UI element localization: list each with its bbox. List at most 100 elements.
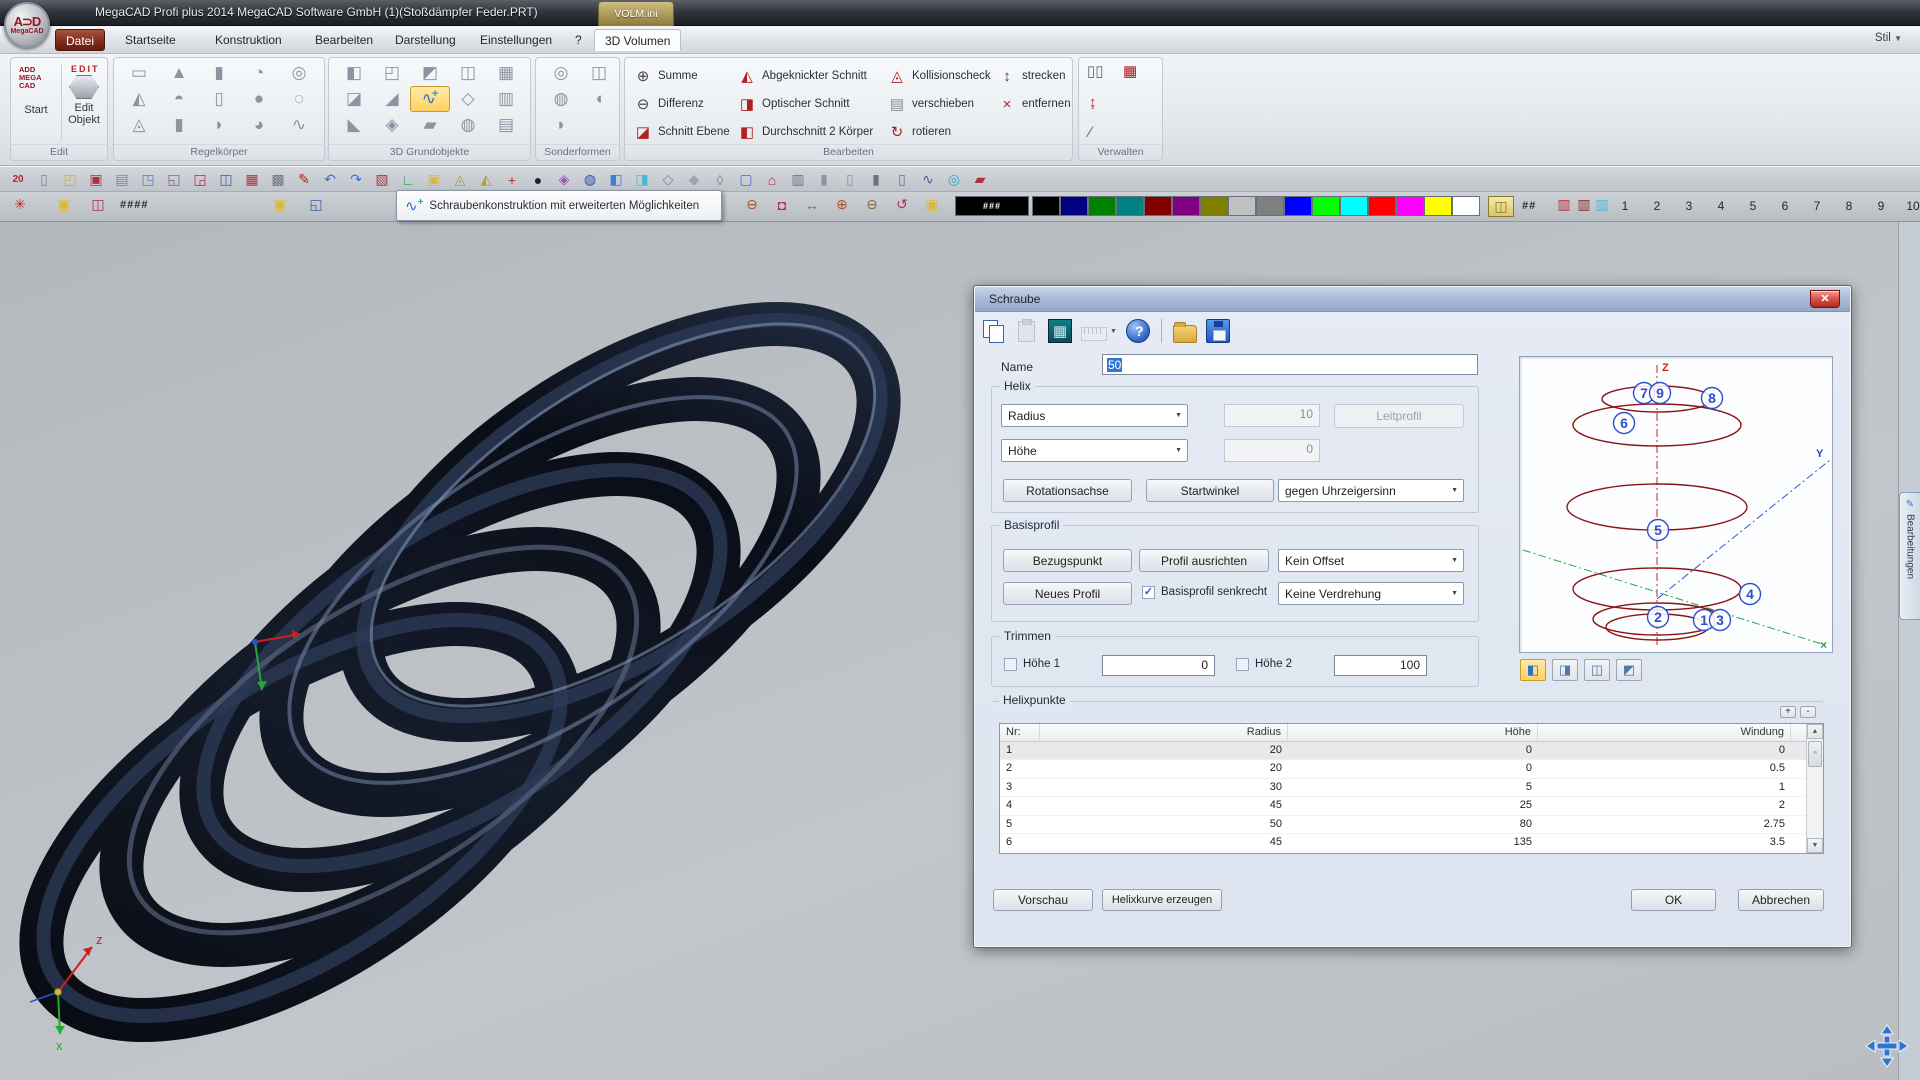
new-file-icon[interactable]: ▯ (32, 169, 56, 190)
blob-icon[interactable]: ◍ (448, 112, 488, 138)
gem-icon[interactable]: ◈ (552, 169, 576, 190)
helixkurve-erzeugen-button[interactable]: Helixkurve erzeugen (1102, 889, 1222, 911)
drop-icon[interactable]: ◎ (942, 169, 966, 190)
menu-item-3d-volumen[interactable]: 3D Volumen (594, 29, 681, 51)
grid-body-icon[interactable]: ▤ (486, 112, 526, 138)
hoehe1-value-field[interactable]: 0 (1102, 655, 1215, 676)
lamp-icon[interactable]: ▣ (422, 169, 446, 190)
schnitt-ebene-button[interactable]: ◪Schnitt Ebene (633, 120, 730, 144)
torus-icon[interactable]: ◌ (279, 86, 319, 112)
vorschau-button[interactable]: Vorschau (993, 889, 1093, 911)
copy-icon[interactable] (982, 319, 1006, 343)
helix-advanced-icon[interactable]: ∿ (410, 86, 450, 112)
redo-icon[interactable]: ↷ (344, 169, 368, 190)
color-swatch-00ffff[interactable] (1340, 196, 1368, 216)
help-icon[interactable] (1126, 319, 1150, 343)
swap-body-icon[interactable]: ↨ (1089, 94, 1097, 111)
menu-item-konstruktion[interactable]: Konstruktion (205, 29, 292, 51)
megacad-logo-icon[interactable]: A⊃D MegaCAD (4, 2, 50, 48)
pen-number-9[interactable]: 9 (1870, 199, 1892, 213)
column-icon[interactable]: ▮ (159, 112, 199, 138)
basisprofil-senkrecht-checkbox[interactable]: ✓ (1142, 586, 1155, 599)
column-header-radius[interactable]: Radius (1040, 724, 1288, 741)
radius-dropdown[interactable]: Radius (1001, 404, 1188, 427)
cylinder-3-icon[interactable]: ▮ (864, 169, 888, 190)
color-swatch-ffffff[interactable] (1452, 196, 1480, 216)
table-red-icon[interactable]: ▦ (240, 169, 264, 190)
measure-diagonal-icon[interactable]: ∕ (1089, 124, 1092, 141)
bezugspunkt-button[interactable]: Bezugspunkt (1003, 549, 1132, 572)
screen-icon[interactable]: ▢ (734, 169, 758, 190)
box-icon[interactable]: ▭ (119, 60, 159, 86)
pyramid-icon[interactable]: ◭ (119, 86, 159, 112)
calculator-icon[interactable] (1048, 319, 1072, 343)
color-swatch-0000ff[interactable] (1284, 196, 1312, 216)
mesh-box-icon[interactable]: ▦ (486, 60, 526, 86)
drehrichtung-dropdown[interactable]: gegen Uhrzeigersinn (1278, 479, 1464, 502)
pen-number-1[interactable]: 1 (1614, 199, 1636, 213)
lock-1-icon[interactable]: ▣ (52, 194, 76, 215)
megacad-start-icon[interactable]: ADDMEGACAD (19, 66, 42, 90)
flag-icon[interactable]: ▰ (968, 169, 992, 190)
scale-body-icon[interactable]: ◣ (334, 112, 374, 138)
abbrechen-button[interactable]: Abbrechen (1738, 889, 1824, 911)
pen-red-icon[interactable]: ✎ (292, 169, 316, 190)
snap-tree-2-icon[interactable]: ◭ (474, 169, 498, 190)
pen-number-5[interactable]: 5 (1742, 199, 1764, 213)
globe-icon[interactable]: ◍ (578, 169, 602, 190)
ring-icon[interactable]: ◎ (279, 60, 319, 86)
open-folder-icon[interactable]: ◰ (58, 169, 82, 190)
offset-dropdown[interactable]: Kein Offset (1278, 549, 1464, 572)
color-swatch-800000[interactable] (1144, 196, 1172, 216)
cylinder-1-icon[interactable]: ▮ (812, 169, 836, 190)
color-swatch-000080[interactable] (1060, 196, 1088, 216)
view-wireframe-button[interactable]: ◨ (1552, 659, 1578, 681)
shell-icon[interactable]: ◎ (541, 60, 581, 86)
profil-ausrichten-button[interactable]: Profil ausrichten (1139, 549, 1269, 572)
measure-icon[interactable]: ∟ (396, 169, 420, 190)
print-icon[interactable]: ▤ (110, 169, 134, 190)
strecken-button[interactable]: ↕strecken (997, 64, 1065, 88)
table-row-3[interactable]: 33051 (1000, 779, 1823, 797)
pen-number-4[interactable]: 4 (1710, 199, 1732, 213)
table-row-6[interactable]: 6451353.5 (1000, 834, 1823, 852)
color-swatch-008000[interactable] (1088, 196, 1116, 216)
close-icon[interactable]: ✕ (1810, 290, 1840, 308)
durchschnitt-2-k-rper-button[interactable]: ◧Durchschnitt 2 Körper (737, 120, 873, 144)
column-header-nr[interactable]: Nr: (1000, 724, 1040, 741)
sphere-icon[interactable]: ● (239, 86, 279, 112)
house-icon[interactable]: ⌂ (760, 169, 784, 190)
pen-number-3[interactable]: 3 (1678, 199, 1700, 213)
coil-icon[interactable]: ∿ (279, 112, 319, 138)
color-swatch-ffff00[interactable] (1424, 196, 1452, 216)
sweep-arc-icon[interactable]: ◗ (541, 112, 581, 138)
plate-icon[interactable]: ▰ (410, 112, 450, 138)
neues-profil-button[interactable]: Neues Profil (1003, 582, 1132, 605)
remove-point-button[interactable]: - (1800, 706, 1816, 718)
pen-number-8[interactable]: 8 (1838, 199, 1860, 213)
capsule-icon[interactable]: ◗ (199, 112, 239, 138)
sweep-icon[interactable]: ◰ (372, 60, 412, 86)
menu-item--[interactable]: ? (565, 29, 592, 51)
zoom-in-icon[interactable]: ⊕ (830, 194, 854, 215)
table-row-1[interactable]: 12000 (1000, 742, 1823, 760)
grid-icon[interactable]: ▥ (786, 169, 810, 190)
round-solid-icon[interactable]: ◍ (541, 86, 581, 112)
edit-objekt-button[interactable]: Edit Objekt (59, 102, 109, 126)
startwinkel-button[interactable]: Startwinkel (1146, 479, 1274, 502)
pen-number-10[interactable]: 10 (1902, 199, 1920, 213)
name-input[interactable]: 50 (1102, 354, 1478, 375)
extrude-icon[interactable]: ◧ (334, 60, 374, 86)
helix-preview-pane[interactable]: Z Y × 679852134 (1519, 356, 1833, 653)
verdrehung-dropdown[interactable]: Keine Verdrehung (1278, 582, 1464, 605)
axis-cross-icon[interactable]: + (500, 169, 524, 190)
pipe-bend-icon[interactable]: ◢ (372, 86, 412, 112)
view-2d-3d-icon[interactable]: 20 (6, 169, 30, 190)
snap-tree-icon[interactable]: ◬ (448, 169, 472, 190)
pen-swatch-current[interactable]: ### (955, 196, 1029, 216)
add-point-button[interactable]: + (1780, 706, 1796, 718)
zoom-fit-icon[interactable]: ↔ (800, 194, 824, 215)
column-header-windung[interactable]: Windung (1538, 724, 1791, 741)
color-swatch-808000[interactable] (1200, 196, 1228, 216)
toolbox-icon[interactable]: ▦ (1123, 62, 1137, 80)
